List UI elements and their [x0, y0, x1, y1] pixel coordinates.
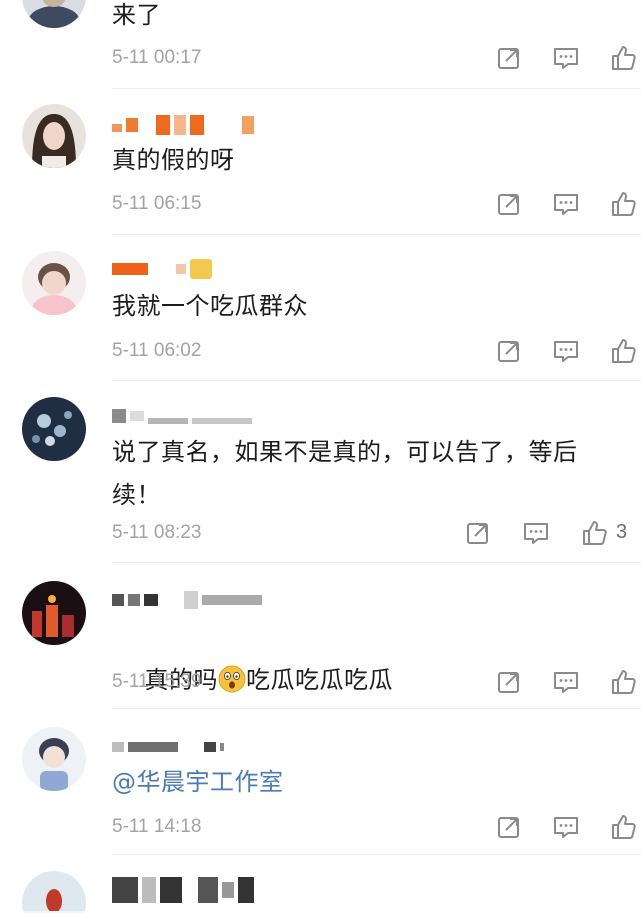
comment-actions	[481, 668, 641, 698]
share-icon[interactable]	[495, 190, 523, 218]
avatar[interactable]	[22, 251, 86, 315]
username-pixelated[interactable]	[112, 589, 262, 611]
share-icon[interactable]	[495, 337, 523, 365]
comment-text: 说了真名，如果不是真的，可以告了，等后 续！	[112, 438, 578, 509]
comment-item: 说了真名，如果不是真的，可以告了，等后 续！ 5-11 08:23 3	[0, 383, 641, 565]
username-pixelated[interactable]	[112, 114, 254, 136]
thumbs-up-icon[interactable]	[609, 813, 637, 841]
comment-item	[0, 857, 641, 913]
thumbs-up-icon[interactable]	[609, 337, 637, 365]
comment-icon[interactable]	[552, 190, 580, 218]
comment-text: 来了	[112, 1, 161, 29]
comment-actions: 3	[451, 519, 641, 549]
avatar[interactable]	[22, 871, 86, 913]
comment-timestamp: 5-11 08:23	[112, 522, 202, 543]
comment-actions	[481, 190, 641, 220]
comment-text: 我就一个吃瓜群众	[112, 292, 308, 320]
comment-timestamp: 5-11 15:39	[112, 671, 202, 692]
comment-item: 真的吗 吃瓜吃瓜吃瓜 5-11 15:39	[0, 565, 641, 711]
username-pixelated[interactable]	[112, 877, 254, 903]
divider	[112, 854, 641, 855]
divider	[112, 234, 641, 235]
divider	[112, 562, 641, 563]
comment-text: 真的假的呀	[112, 146, 235, 174]
comment-icon[interactable]	[552, 813, 580, 841]
astonished-face-icon	[218, 665, 246, 693]
comment-icon[interactable]	[552, 44, 580, 72]
comment-icon[interactable]	[522, 519, 550, 547]
username-pixelated[interactable]	[112, 405, 252, 427]
comment-actions	[481, 813, 641, 843]
divider	[112, 88, 641, 89]
comment-actions	[481, 337, 641, 367]
avatar[interactable]	[22, 0, 86, 28]
thumbs-up-icon[interactable]	[580, 519, 608, 547]
share-icon[interactable]	[495, 813, 523, 841]
share-icon[interactable]	[495, 44, 523, 72]
comment-item: 我就一个吃瓜群众 5-11 06:02	[0, 237, 641, 383]
comment-item: @华晨宇工作室 5-11 14:18	[0, 711, 641, 857]
comment-icon[interactable]	[552, 668, 580, 696]
thumbs-up-icon[interactable]	[609, 44, 637, 72]
username-pixelated[interactable]	[112, 736, 224, 758]
comment-timestamp: 5-11 06:15	[112, 193, 202, 214]
mention-link[interactable]: @华晨宇工作室	[112, 761, 615, 804]
comment-actions	[481, 44, 641, 74]
thumbs-up-icon[interactable]	[609, 190, 637, 218]
avatar[interactable]	[22, 104, 86, 168]
like-count: 3	[616, 521, 628, 543]
share-icon[interactable]	[495, 668, 523, 696]
avatar[interactable]	[22, 727, 86, 791]
comment-item: 来了 5-11 00:17	[0, 0, 641, 92]
comment-timestamp: 5-11 00:17	[112, 47, 202, 68]
avatar[interactable]	[22, 581, 86, 645]
share-icon[interactable]	[464, 519, 492, 547]
comment-timestamp: 5-11 14:18	[112, 816, 202, 837]
comment-timestamp: 5-11 06:02	[112, 340, 202, 361]
divider	[112, 708, 641, 709]
thumbs-up-icon[interactable]	[609, 668, 637, 696]
username-pixelated[interactable]	[112, 258, 212, 280]
comment-text-after: 吃瓜吃瓜吃瓜	[246, 666, 394, 694]
comment-item: 真的假的呀 5-11 06:15	[0, 92, 641, 237]
divider	[112, 380, 641, 381]
avatar[interactable]	[22, 397, 86, 461]
comment-icon[interactable]	[552, 337, 580, 365]
